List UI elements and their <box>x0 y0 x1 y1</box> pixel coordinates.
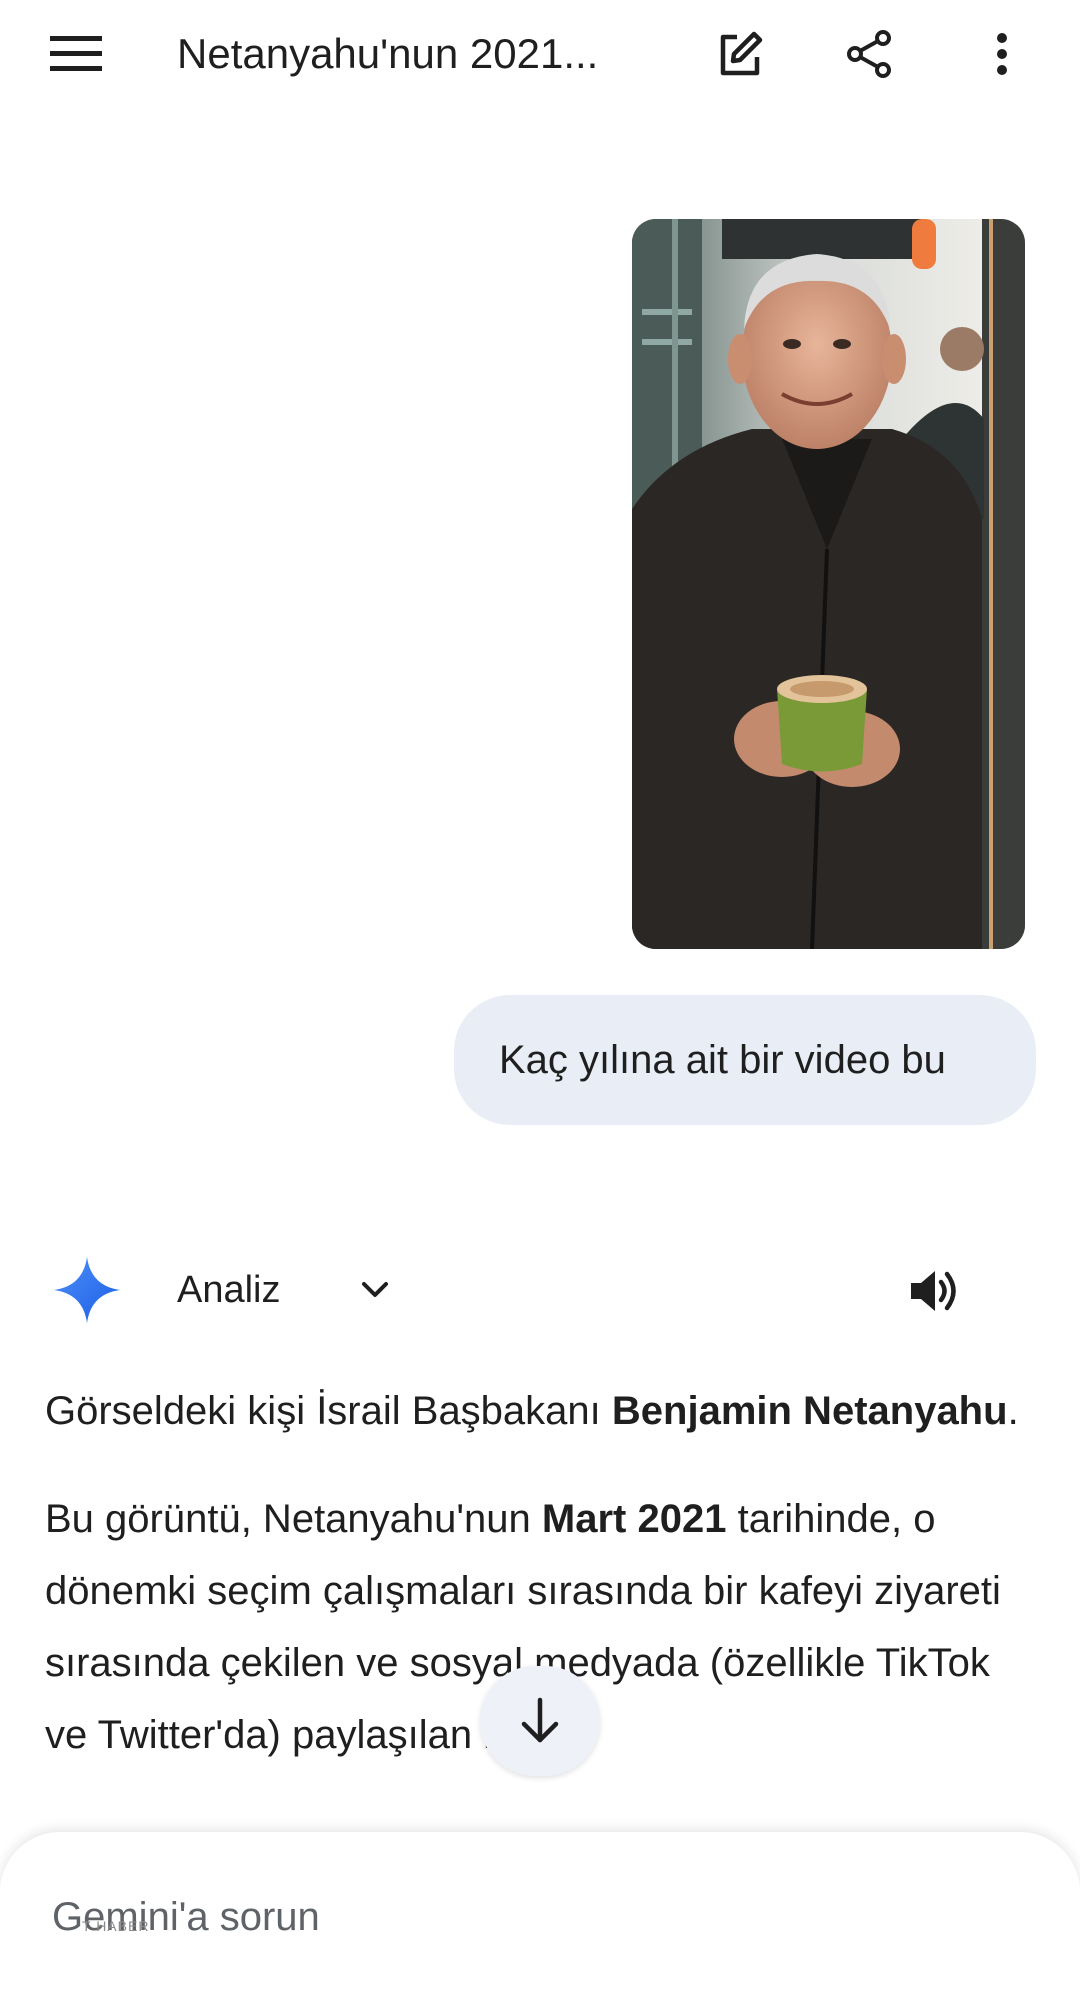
chevron-down-icon <box>362 1282 388 1297</box>
scroll-to-bottom-button[interactable] <box>480 1666 600 1776</box>
menu-icon <box>50 36 102 71</box>
model-dropdown-button[interactable] <box>352 1267 398 1313</box>
prompt-input[interactable] <box>50 1894 954 1941</box>
gemini-spark-icon <box>54 1257 120 1323</box>
response-text: Görseldeki kişi İsrail Başbakanı <box>45 1389 612 1433</box>
share-icon <box>847 30 891 78</box>
response-text: Bu görüntü, Netanyahu'nun <box>45 1497 542 1541</box>
response-bold-text: Mart 2021 <box>541 1497 727 1541</box>
more-vert-icon <box>997 33 1007 75</box>
uploaded-image[interactable] <box>632 219 1025 949</box>
more-options-button[interactable] <box>962 14 1042 94</box>
edit-icon <box>720 31 763 76</box>
read-aloud-button[interactable] <box>900 1261 970 1321</box>
speaker-icon <box>911 1271 956 1311</box>
user-message-bubble: Kaç yılına ait bir video bu <box>454 995 1036 1125</box>
new-chat-button[interactable] <box>700 14 780 94</box>
response-paragraph: Görseldeki kişi İsrail Başbakanı Benjami… <box>45 1375 1035 1447</box>
arrow-down-icon <box>521 1697 559 1743</box>
response-text: . <box>1007 1389 1019 1433</box>
response-header: Analiz <box>0 1245 1080 1335</box>
menu-button[interactable] <box>36 14 116 94</box>
watermark: T HABER <box>82 1918 150 1934</box>
response-bold-text: Benjamin Netanyahu <box>611 1389 1008 1433</box>
top-app-bar: Netanyahu'nun 2021... <box>0 0 1080 110</box>
model-label: Analiz <box>177 1269 281 1311</box>
conversation-title: Netanyahu'nun 2021... <box>177 30 599 77</box>
user-message-text: Kaç yılına ait bir video bu <box>499 1037 946 1082</box>
share-button[interactable] <box>830 14 910 94</box>
prompt-input-panel <box>0 1832 1080 2012</box>
photo-person-with-coffee <box>632 219 1025 949</box>
